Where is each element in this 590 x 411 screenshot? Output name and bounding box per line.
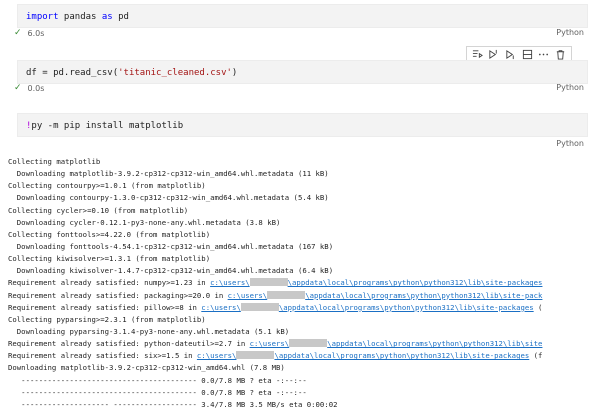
- code-token: df = pd.read_csv(: [26, 68, 119, 78]
- path-link[interactable]: c:\users\: [210, 278, 250, 287]
- output-line: Collecting fonttools>=4.22.0 (from matpl…: [8, 229, 588, 241]
- output-line: Downloading contourpy-1.3.0-cp312-cp312-…: [8, 192, 588, 204]
- redacted-username: [289, 339, 328, 348]
- check-icon: ✓: [14, 28, 22, 38]
- path-link[interactable]: c:\users\: [197, 351, 237, 360]
- output-line: ----------------------------------------…: [8, 375, 588, 387]
- output-line: Collecting cycler>=0.10 (from matplotlib…: [8, 205, 588, 217]
- output-text: Downloading matplotlib-3.9.2-cp312-cp312…: [8, 363, 285, 373]
- check-icon: ✓: [14, 83, 22, 93]
- output-text: (f: [529, 351, 543, 361]
- cell-status: ✓ 0.0s: [14, 83, 44, 93]
- output-line: Downloading cycler-0.12.1-py3-none-any.w…: [8, 217, 588, 229]
- path-link[interactable]: c:\users\: [201, 303, 241, 312]
- output-text: Collecting pyparsing>=2.3.1 (from matplo…: [8, 314, 206, 324]
- path-link[interactable]: \appdata\local\programs\python\python312…: [305, 291, 542, 300]
- output-text: Requirement already satisfied: packaging…: [8, 290, 228, 300]
- output-line: Downloading fonttools-4.54.1-cp312-cp312…: [8, 241, 588, 253]
- output-text: Downloading kiwisolver-1.4.7-cp312-cp312…: [8, 266, 334, 276]
- output-text: -------------------- -------------------…: [8, 399, 338, 409]
- output-text: Requirement already satisfied: pillow>=8…: [8, 302, 202, 312]
- code-token: pd: [112, 12, 129, 22]
- output-line: Downloading kiwisolver-1.4.7-cp312-cp312…: [8, 265, 588, 277]
- notebook-cell-2[interactable]: df = pd.read_csv('titanic_cleaned.csv') …: [0, 57, 590, 97]
- code-token: 'titanic_cleaned.csv': [118, 68, 232, 78]
- code-editor[interactable]: !py -m pip install matplotlib: [17, 113, 588, 137]
- path-link[interactable]: \appdata\local\programs\python\python312…: [279, 303, 534, 312]
- code-token: py -m pip install matplotlib: [31, 121, 184, 131]
- output-text: Requirement already satisfied: six>=1.5 …: [8, 351, 197, 361]
- output-line: Requirement already satisfied: six>=1.5 …: [8, 350, 588, 362]
- output-text: Collecting fonttools>=4.22.0 (from matpl…: [8, 229, 211, 239]
- redacted-username: [249, 278, 288, 287]
- output-line: Downloading pyparsing-3.1.4-py3-none-any…: [8, 326, 588, 338]
- redacted-username: [267, 290, 306, 299]
- redacted-username: [240, 302, 279, 311]
- path-link[interactable]: c:\users\: [250, 339, 290, 348]
- output-text: Collecting kiwisolver>=1.3.1 (from matpl…: [8, 254, 211, 264]
- code-line[interactable]: !py -m pip install matplotlib: [26, 121, 183, 131]
- code-token: as: [101, 12, 113, 22]
- cell-language[interactable]: Python: [556, 83, 584, 92]
- cell-output: Collecting matplotlib Downloading matplo…: [8, 156, 588, 411]
- execution-time: 6.0s: [27, 28, 45, 38]
- output-text: ----------------------------------------…: [8, 387, 307, 397]
- notebook-cell-3[interactable]: !py -m pip install matplotlib Python: [0, 110, 590, 154]
- output-line: Requirement already satisfied: python-da…: [8, 338, 588, 350]
- output-line: Requirement already satisfied: numpy>=1.…: [8, 277, 588, 289]
- code-editor[interactable]: import pandas as pd: [17, 4, 588, 28]
- redacted-username: [236, 351, 275, 360]
- code-line[interactable]: import pandas as pd: [26, 12, 129, 22]
- output-text: Downloading contourpy-1.3.0-cp312-cp312-…: [8, 193, 329, 203]
- output-line: Collecting kiwisolver>=1.3.1 (from matpl…: [8, 253, 588, 265]
- output-text: Downloading matplotlib-3.9.2-cp312-cp312…: [8, 169, 329, 179]
- output-text: ----------------------------------------…: [8, 375, 307, 385]
- cell-status: ✓ 6.0s: [14, 28, 44, 38]
- output-line: -------------------- -------------------…: [8, 399, 588, 411]
- path-link[interactable]: \appdata\local\programs\python\python312…: [274, 351, 529, 360]
- output-line: Requirement already satisfied: pillow>=8…: [8, 302, 588, 314]
- output-text: (: [533, 302, 543, 312]
- output-text: Downloading cycler-0.12.1-py3-none-any.w…: [8, 217, 281, 227]
- code-editor[interactable]: df = pd.read_csv('titanic_cleaned.csv'): [17, 60, 588, 84]
- output-text: Requirement already satisfied: numpy>=1.…: [8, 278, 211, 288]
- code-line[interactable]: df = pd.read_csv('titanic_cleaned.csv'): [26, 68, 237, 78]
- code-token: pandas: [58, 12, 102, 22]
- output-line: Collecting matplotlib: [8, 156, 588, 168]
- path-link[interactable]: \appdata\local\programs\python\python312…: [288, 278, 543, 287]
- output-text: Collecting cycler>=0.10 (from matplotlib…: [8, 205, 189, 215]
- notebook-cell-1[interactable]: import pandas as pd ✓ 6.0s Python: [0, 0, 590, 40]
- output-text: Collecting contourpy>=1.0.1 (from matplo…: [8, 181, 206, 191]
- output-text: Requirement already satisfied: python-da…: [8, 339, 250, 349]
- cell-language[interactable]: Python: [556, 28, 584, 37]
- path-link[interactable]: c:\users\: [228, 291, 268, 300]
- code-token: import: [26, 12, 59, 22]
- cell-language[interactable]: Python: [556, 139, 584, 148]
- output-line: Requirement already satisfied: packaging…: [8, 290, 588, 302]
- output-text: Downloading fonttools-4.54.1-cp312-cp312…: [8, 241, 334, 251]
- output-line: ----------------------------------------…: [8, 387, 588, 399]
- path-link[interactable]: \appdata\local\programs\python\python312…: [327, 339, 542, 348]
- output-line: Collecting pyparsing>=2.3.1 (from matplo…: [8, 314, 588, 326]
- output-line: Downloading matplotlib-3.9.2-cp312-cp312…: [8, 168, 588, 180]
- output-line: Collecting contourpy>=1.0.1 (from matplo…: [8, 180, 588, 192]
- output-line: Downloading matplotlib-3.9.2-cp312-cp312…: [8, 362, 588, 374]
- output-text: Collecting matplotlib: [8, 157, 101, 166]
- code-token: ): [231, 68, 238, 78]
- output-text: Downloading pyparsing-3.1.4-py3-none-any…: [8, 326, 290, 336]
- execution-time: 0.0s: [27, 83, 45, 93]
